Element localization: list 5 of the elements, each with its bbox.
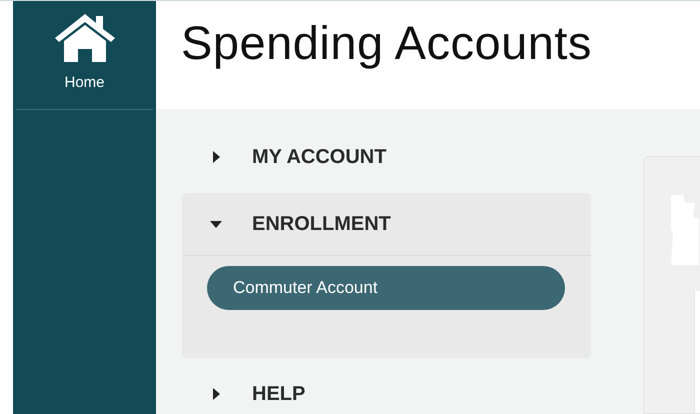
accordion-header[interactable]: MY ACCOUNT (182, 129, 591, 185)
page-title: Spending Accounts (181, 15, 593, 71)
submenu-item[interactable]: Commuter Account (207, 266, 565, 310)
accordion-header[interactable]: HELP (182, 366, 591, 414)
accordion-header[interactable]: ENROLLMENT (182, 193, 591, 256)
